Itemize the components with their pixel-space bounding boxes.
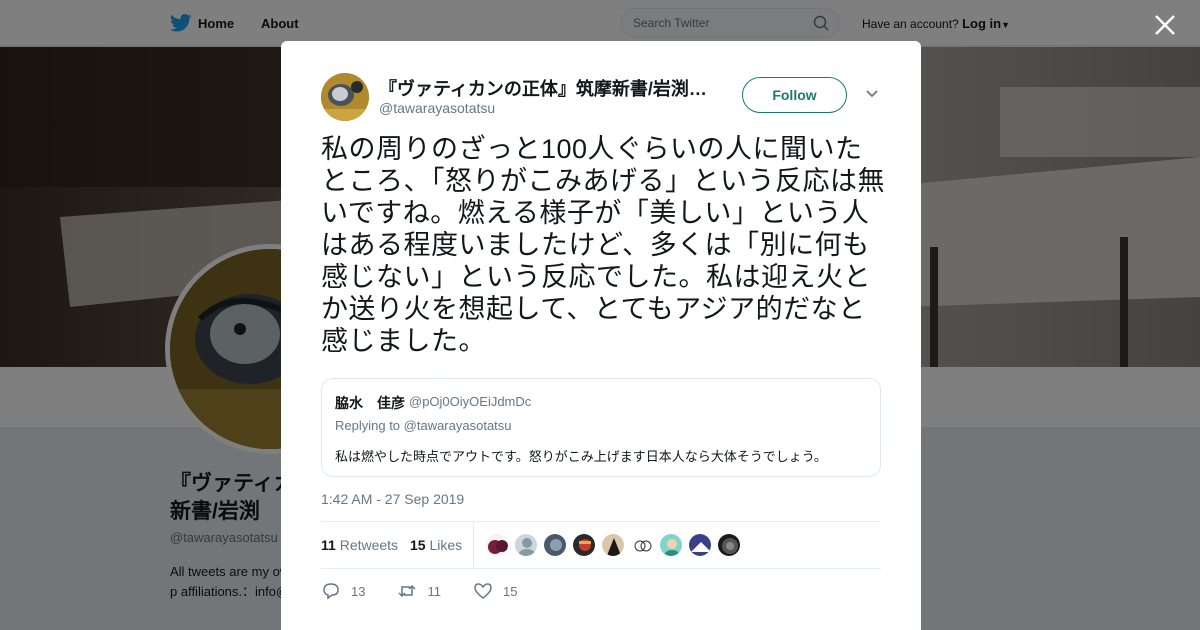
liker-avatar[interactable] (601, 533, 625, 557)
quoted-tweet-text: 私は燃やした時点でアウトです。怒りがこみ上げます日本人なら大体そうでしょう。 (335, 449, 827, 464)
liker-avatar[interactable] (630, 533, 654, 557)
liker-avatar[interactable] (572, 533, 596, 557)
tweet-modal: 『ヴァティカンの正体』筑摩新書/岩渕潤子 @tawarayasotatsu Fo… (281, 41, 921, 630)
retweets-label: Retweets (339, 537, 399, 553)
likes-count: 15 (410, 537, 426, 553)
tweet-author-name[interactable]: 『ヴァティカンの正体』筑摩新書/岩渕潤子 (379, 75, 709, 101)
retweet-count: 11 (427, 583, 441, 599)
quoted-tweet[interactable]: 脇水 佳彦 @pOj0OiyOEiJdmDc Replying to @tawa… (321, 378, 881, 477)
like-button[interactable]: 15 (473, 581, 517, 601)
tweet-author-handle[interactable]: @tawarayasotatsu (379, 100, 495, 116)
likes-label: Likes (429, 537, 463, 553)
liker-avatar[interactable] (514, 533, 538, 557)
quoted-author-name: 脇水 佳彦 (335, 395, 405, 411)
heart-icon (474, 583, 492, 599)
retweets-count: 11 (321, 537, 336, 553)
follow-button[interactable]: Follow (742, 77, 847, 113)
like-count: 15 (502, 583, 518, 599)
tweet-text: 私の周りのざっと100人ぐらいの人に聞いたところ、「怒りがこみあげる」という反応… (321, 134, 885, 356)
likers-avatar-list (485, 533, 741, 557)
liker-avatar[interactable] (717, 533, 741, 557)
tweet-author-avatar[interactable] (321, 73, 369, 121)
close-icon[interactable] (1152, 12, 1178, 38)
retweets-stat[interactable]: 11 Retweets (321, 537, 398, 553)
quoted-replying-to: Replying to @tawarayasotatsu (335, 418, 512, 433)
tweet-timestamp[interactable]: 1:42 AM - 27 Sep 2019 (321, 491, 464, 507)
reply-count: 13 (351, 583, 366, 599)
tweet-actions: 13 11 15 (321, 581, 549, 601)
chevron-down-icon[interactable] (865, 89, 879, 99)
raijin-avatar-image (321, 73, 369, 121)
liker-avatar[interactable] (543, 533, 567, 557)
liker-avatar[interactable] (485, 533, 509, 557)
retweet-button[interactable]: 11 (397, 581, 441, 601)
liker-avatar[interactable] (688, 533, 712, 557)
reply-icon (323, 583, 339, 600)
retweet-icon (398, 584, 416, 598)
liker-avatar[interactable] (659, 533, 683, 557)
stats-divider (473, 522, 474, 569)
quoted-author-handle: @pOj0OiyOEiJdmDc (409, 394, 532, 409)
tweet-stats: 11 Retweets 15 Likes (321, 521, 881, 569)
reply-button[interactable]: 13 (321, 581, 365, 601)
likes-stat[interactable]: 15 Likes (410, 537, 462, 553)
